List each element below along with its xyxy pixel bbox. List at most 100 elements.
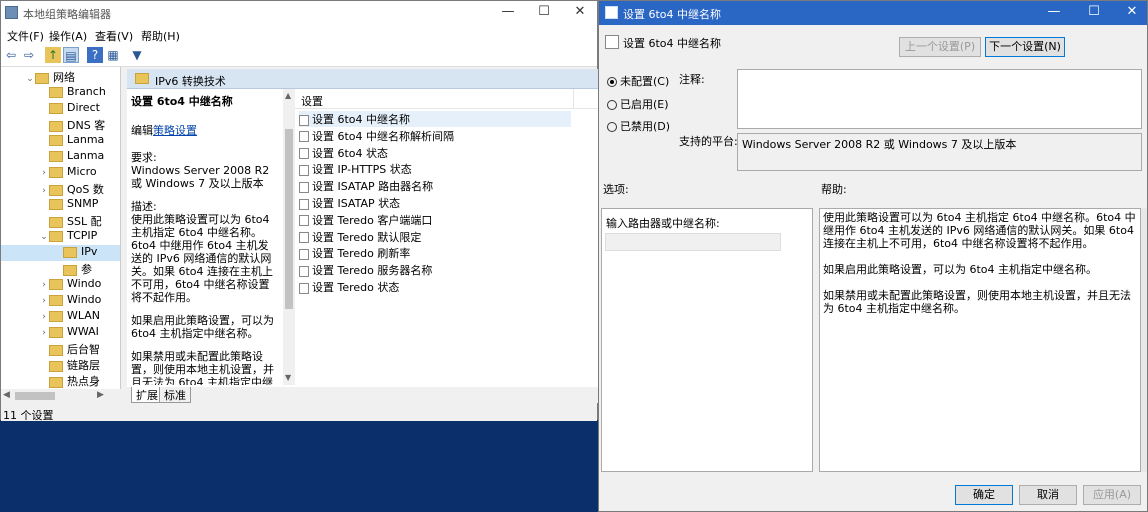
help-icon[interactable]: ? bbox=[87, 47, 103, 63]
tree-item[interactable]: DNS 客 bbox=[1, 117, 120, 133]
ok-button[interactable]: 确定 bbox=[955, 485, 1013, 505]
list-header-label: 设置 bbox=[301, 95, 323, 108]
minimize-icon[interactable]: — bbox=[1037, 1, 1071, 25]
menu-action[interactable]: 操作(A) bbox=[49, 28, 87, 44]
next-setting-button[interactable]: 下一个设置(N) bbox=[985, 37, 1065, 57]
folder-icon bbox=[49, 184, 63, 196]
list-column-header[interactable]: 设置 bbox=[295, 89, 599, 109]
folder-icon bbox=[49, 166, 63, 178]
expand-arrow-icon[interactable]: › bbox=[39, 186, 49, 196]
tree-item[interactable]: › WLAN bbox=[1, 309, 120, 325]
toolbar: ⇦ ⇨ ↑ ▤ ? ▦ ▼ bbox=[1, 43, 597, 67]
tree-item[interactable]: › Windo bbox=[1, 277, 120, 293]
folder-icon bbox=[49, 230, 63, 242]
desc-vertical-scrollbar[interactable]: ▲ ▼ bbox=[283, 89, 295, 385]
tree-item[interactable]: 热点身 bbox=[1, 373, 120, 389]
setting-label: 设置 Teredo 默认限定 bbox=[312, 230, 422, 244]
tree-item[interactable]: › Windo bbox=[1, 293, 120, 309]
details-pane: IPv6 转换技术 设置 6to4 中继名称 编辑策略设置 要求: Window… bbox=[127, 69, 599, 403]
radio-enabled[interactable]: 已启用(E) bbox=[607, 96, 669, 112]
details-header: IPv6 转换技术 bbox=[127, 69, 599, 89]
help-scrollbar[interactable] bbox=[1141, 208, 1147, 472]
menu-view[interactable]: 查看(V) bbox=[95, 28, 133, 44]
properties-icon[interactable]: ▦ bbox=[105, 47, 121, 63]
maximize-icon[interactable]: ☐ bbox=[1077, 1, 1111, 25]
comment-textarea[interactable] bbox=[737, 69, 1142, 129]
status-text: 11 个设置 bbox=[3, 409, 54, 422]
setting-list-item[interactable]: 设置 6to4 中继名称 bbox=[299, 111, 571, 127]
tree-item[interactable]: ⌄ 网络 bbox=[1, 69, 120, 85]
back-icon[interactable]: ⇦ bbox=[3, 47, 19, 63]
scroll-right-icon[interactable]: ▶ bbox=[97, 390, 104, 400]
expand-arrow-icon[interactable]: › bbox=[39, 296, 49, 306]
tree-item[interactable]: › WWAI bbox=[1, 325, 120, 341]
expand-arrow-icon[interactable]: › bbox=[39, 280, 49, 290]
relay-name-input[interactable] bbox=[605, 233, 781, 251]
scroll-down-icon[interactable]: ▼ bbox=[285, 373, 291, 382]
scroll-thumb[interactable] bbox=[285, 129, 293, 309]
expand-arrow-icon[interactable]: › bbox=[39, 328, 49, 338]
policy-setting-icon bbox=[299, 248, 309, 260]
tree-item[interactable]: 链路层 bbox=[1, 357, 120, 373]
tree-item[interactable]: Lanma bbox=[1, 149, 120, 165]
platform-label: 支持的平台: bbox=[679, 135, 738, 148]
tree-item[interactable]: Direct bbox=[1, 101, 120, 117]
desc-req-text: Windows Server 2008 R2 或 Windows 7 及以上版本 bbox=[131, 164, 270, 190]
tree-item[interactable]: Lanma bbox=[1, 133, 120, 149]
edit-policy-link[interactable]: 策略设置 bbox=[153, 124, 197, 137]
setting-label: 设置 6to4 中继名称解析间隔 bbox=[312, 129, 455, 143]
tree-item[interactable]: › Micro bbox=[1, 165, 120, 181]
tree-item[interactable]: SSL 配 bbox=[1, 213, 120, 229]
menu-help[interactable]: 帮助(H) bbox=[141, 28, 180, 44]
setting-icon bbox=[605, 35, 619, 49]
close-icon[interactable]: ✕ bbox=[1115, 1, 1148, 25]
setting-label: 设置 Teredo 服务器名称 bbox=[312, 264, 433, 278]
options-label: 选项: bbox=[603, 183, 629, 196]
expand-arrow-icon[interactable]: › bbox=[39, 312, 49, 322]
tree-item[interactable]: 参 bbox=[1, 261, 120, 277]
expand-arrow-icon[interactable]: › bbox=[39, 168, 49, 178]
setting-list-item[interactable]: 设置 6to4 中继名称解析间隔 bbox=[299, 128, 454, 144]
tree-item[interactable]: SNMP bbox=[1, 197, 120, 213]
expand-arrow-icon[interactable]: ⌄ bbox=[25, 74, 35, 84]
cancel-button[interactable]: 取消 bbox=[1019, 485, 1077, 505]
scroll-thumb[interactable] bbox=[15, 392, 55, 400]
setting-list-item[interactable]: 设置 ISATAP 路由器名称 bbox=[299, 178, 433, 194]
radio-disabled[interactable]: 已禁用(D) bbox=[607, 118, 670, 134]
tree-item[interactable]: IPv bbox=[1, 245, 120, 261]
setting-list-item[interactable]: 设置 Teredo 服务器名称 bbox=[299, 262, 432, 278]
setting-list-item[interactable]: 设置 Teredo 状态 bbox=[299, 279, 399, 295]
up-folder-icon[interactable]: ↑ bbox=[45, 47, 61, 63]
setting-list-item[interactable]: 设置 Teredo 客户端端口 bbox=[299, 212, 432, 228]
maximize-icon[interactable]: ☐ bbox=[527, 1, 561, 25]
tree-item-label: SSL 配 bbox=[67, 215, 102, 228]
tree-item[interactable]: ⌄ TCPIP bbox=[1, 229, 120, 245]
expand-arrow-icon[interactable]: ⌄ bbox=[39, 232, 49, 242]
setting-list-item[interactable]: 设置 6to4 状态 bbox=[299, 145, 388, 161]
close-icon[interactable]: ✕ bbox=[563, 1, 597, 25]
show-hide-tree-icon[interactable]: ▤ bbox=[63, 47, 79, 63]
scroll-left-icon[interactable]: ◀ bbox=[3, 390, 10, 400]
tab-standard[interactable]: 标准 bbox=[159, 387, 191, 403]
apply-button[interactable]: 应用(A) bbox=[1083, 485, 1141, 505]
minimize-icon[interactable]: — bbox=[491, 1, 525, 25]
menu-file[interactable]: 文件(F) bbox=[7, 28, 44, 44]
radio-dot bbox=[607, 100, 617, 110]
setting-list-item[interactable]: 设置 ISATAP 状态 bbox=[299, 195, 400, 211]
setting-list-item[interactable]: 设置 IP-HTTPS 状态 bbox=[299, 161, 412, 177]
filter-icon[interactable]: ▼ bbox=[129, 47, 145, 63]
forward-icon[interactable]: ⇨ bbox=[21, 47, 37, 63]
prev-setting-button[interactable]: 上一个设置(P) bbox=[899, 37, 981, 57]
setting-list-item[interactable]: 设置 Teredo 默认限定 bbox=[299, 229, 421, 245]
column-divider[interactable] bbox=[573, 89, 574, 109]
tree-item[interactable]: 后台智 bbox=[1, 341, 120, 357]
tree-horizontal-scrollbar[interactable]: ◀ ▶ bbox=[1, 389, 121, 403]
tree-item[interactable]: Branch bbox=[1, 85, 120, 101]
scroll-up-icon[interactable]: ▲ bbox=[285, 91, 291, 100]
radio-not-configured[interactable]: 未配置(C) bbox=[607, 73, 669, 89]
folder-icon bbox=[63, 246, 77, 258]
tree-item[interactable]: › QoS 数 bbox=[1, 181, 120, 197]
tree-item-label: 热点身 bbox=[67, 375, 100, 388]
status-bar: 11 个设置 bbox=[1, 405, 597, 422]
setting-list-item[interactable]: 设置 Teredo 刷新率 bbox=[299, 245, 410, 261]
